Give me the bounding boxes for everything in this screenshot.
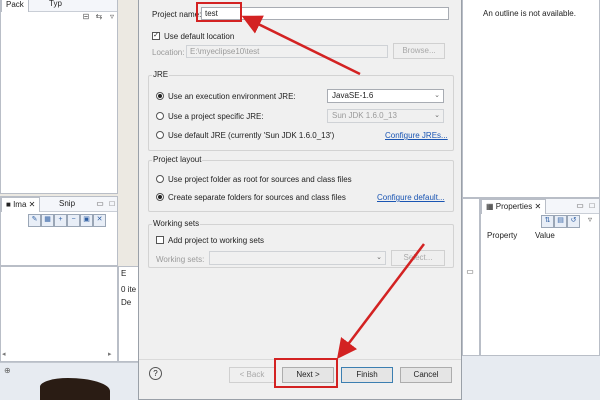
arrow-to-next-button (336, 243, 425, 359)
arrow-to-project-name (241, 15, 361, 76)
annotation-arrows (241, 15, 425, 359)
